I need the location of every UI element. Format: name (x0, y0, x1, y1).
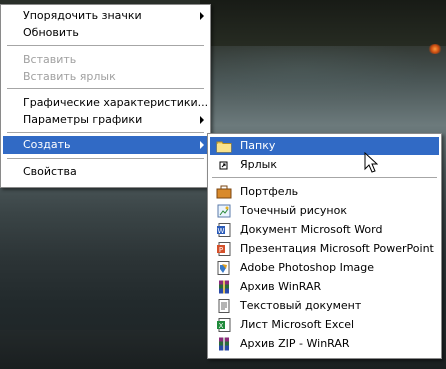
menu-item-label: Графические характеристики... (23, 96, 209, 109)
submenu-item-label: Архив ZIP - WinRAR (240, 337, 350, 350)
menu-item-graphics-options[interactable]: Параметры графики (3, 111, 208, 129)
word-document-icon: W (216, 223, 232, 237)
submenu-item-bitmap[interactable]: Точечный рисунок (210, 202, 439, 220)
menu-item-label: Вставить ярлык (23, 70, 116, 83)
svg-text:P: P (219, 246, 223, 254)
menu-separator (7, 132, 204, 133)
submenu-item-briefcase[interactable]: Портфель (210, 183, 439, 201)
submenu-item-label: Документ Microsoft Word (240, 223, 383, 236)
folder-icon (216, 139, 232, 153)
submenu-item-label: Лист Microsoft Excel (240, 318, 355, 331)
menu-item-label: Параметры графики (23, 113, 143, 126)
menu-separator (7, 45, 204, 46)
submenu-item-label: Портфель (240, 185, 299, 198)
menu-item-arrange-icons[interactable]: Упорядочить значки (3, 7, 208, 25)
menu-item-properties[interactable]: Свойства (3, 163, 208, 181)
wallpaper-treeline (200, 0, 446, 46)
svg-text:X: X (219, 322, 224, 330)
menu-separator (212, 177, 437, 178)
menu-item-new[interactable]: Создать (3, 136, 208, 154)
submenu-item-label: Adobe Photoshop Image (240, 261, 375, 274)
submenu-item-excel[interactable]: X Лист Microsoft Excel (210, 316, 439, 334)
submenu-item-label: Архив WinRAR (240, 280, 322, 293)
submenu-item-label: Презентация Microsoft PowerPoint (240, 242, 434, 255)
submenu-item-label: Текстовый документ (240, 299, 362, 312)
photoshop-icon (216, 261, 232, 275)
submenu-item-shortcut[interactable]: Ярлык (210, 156, 439, 174)
menu-item-label: Создать (23, 138, 71, 151)
menu-item-paste[interactable]: Вставить (3, 51, 208, 69)
menu-item-paste-shortcut[interactable]: Вставить ярлык (3, 68, 208, 86)
menu-item-label: Свойства (23, 165, 77, 178)
new-submenu: Папку Ярлык Портфель Точечный рисунок W … (207, 133, 442, 359)
menu-item-label: Упорядочить значки (23, 9, 142, 22)
excel-icon: X (216, 318, 232, 332)
menu-separator (7, 158, 204, 159)
submenu-item-photoshop[interactable]: Adobe Photoshop Image (210, 259, 439, 277)
menu-item-label: Вставить (23, 53, 77, 66)
desktop-context-menu: Упорядочить значки Обновить Вставить Вст… (0, 4, 211, 188)
text-document-icon (216, 299, 232, 313)
menu-separator (7, 88, 204, 89)
submenu-item-label: Точечный рисунок (240, 204, 347, 217)
mouse-cursor-icon (364, 151, 379, 177)
submenu-arrow-icon (200, 12, 204, 20)
submenu-item-label: Ярлык (240, 158, 277, 171)
menu-item-graphics-properties[interactable]: Графические характеристики... (3, 94, 208, 112)
submenu-item-text-document[interactable]: Текстовый документ (210, 297, 439, 315)
menu-item-label: Обновить (23, 26, 79, 39)
submenu-arrow-icon (200, 141, 204, 149)
svg-text:W: W (218, 227, 225, 235)
wallpaper-light (428, 44, 442, 54)
powerpoint-icon: P (216, 242, 232, 256)
shortcut-icon (216, 158, 232, 172)
winrar-icon (216, 280, 232, 294)
submenu-item-powerpoint[interactable]: P Презентация Microsoft PowerPoint (210, 240, 439, 258)
menu-item-refresh[interactable]: Обновить (3, 24, 208, 42)
briefcase-icon (216, 185, 232, 199)
winrar-zip-icon (216, 337, 232, 351)
submenu-item-label: Папку (240, 139, 276, 152)
bitmap-icon (216, 204, 232, 218)
submenu-item-word-document[interactable]: W Документ Microsoft Word (210, 221, 439, 239)
submenu-item-folder[interactable]: Папку (210, 137, 439, 155)
submenu-item-winrar[interactable]: Архив WinRAR (210, 278, 439, 296)
submenu-arrow-icon (200, 116, 204, 124)
submenu-item-winrar-zip[interactable]: Архив ZIP - WinRAR (210, 335, 439, 353)
